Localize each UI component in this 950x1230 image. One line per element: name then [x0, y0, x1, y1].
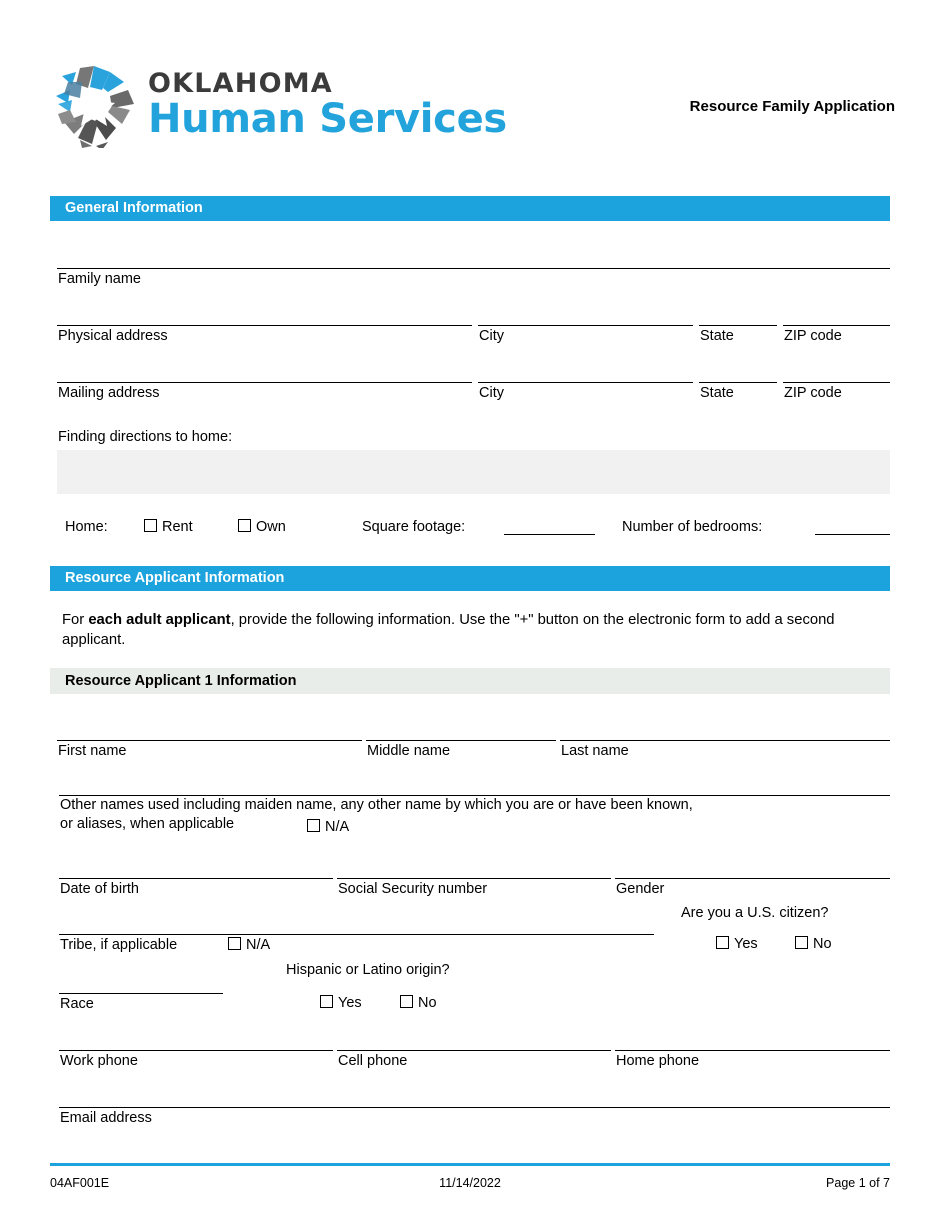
- field-mailing-state[interactable]: State: [699, 382, 777, 404]
- agency-logo: OKLAHOMA Human Services: [50, 60, 507, 148]
- page-footer: 04AF001E 11/14/2022 Page 1 of 7: [50, 1176, 890, 1196]
- footer-divider: [50, 1163, 890, 1166]
- checkbox-box-other-names-na-icon[interactable]: [307, 819, 320, 832]
- checkbox-box-rent-icon[interactable]: [144, 519, 157, 532]
- instruction-bold: each adult applicant: [88, 612, 231, 628]
- field-race[interactable]: Race: [59, 993, 223, 1015]
- field-tribe[interactable]: Tribe, if applicable: [59, 934, 654, 958]
- field-label-first-name: First name: [58, 743, 127, 759]
- field-label-work-phone: Work phone: [60, 1053, 138, 1069]
- input-finding-directions[interactable]: [57, 450, 890, 494]
- field-label-race: Race: [60, 996, 94, 1012]
- field-first-name[interactable]: First name: [57, 740, 362, 762]
- checkbox-box-own-icon[interactable]: [238, 519, 251, 532]
- field-label-middle-name: Middle name: [367, 743, 451, 759]
- field-label-date-of-birth: Date of birth: [60, 881, 139, 897]
- checkbox-label-rent: Rent: [162, 519, 193, 535]
- field-label-tribe: Tribe, if applicable: [60, 937, 178, 953]
- footer-revision-date: 11/14/2022: [439, 1176, 501, 1190]
- section-header-general-information: General Information: [50, 196, 890, 221]
- field-label-zip-code: ZIP code: [784, 328, 842, 344]
- checkbox-label-hispanic-yes: Yes: [338, 995, 362, 1011]
- field-label-ssn: Social Security number: [338, 881, 488, 897]
- field-label-physical-address: Physical address: [58, 328, 168, 344]
- checkbox-label-citizen-no: No: [813, 936, 832, 952]
- field-physical-address[interactable]: Physical address: [57, 325, 472, 347]
- field-physical-zip[interactable]: ZIP code: [783, 325, 890, 347]
- label-finding-directions: Finding directions to home:: [58, 429, 233, 445]
- form-page: OKLAHOMA Human Services Resource Family …: [0, 0, 950, 1230]
- checkbox-label-citizen-yes: Yes: [734, 936, 758, 952]
- field-cell-phone[interactable]: Cell phone: [337, 1050, 611, 1072]
- checkbox-hispanic-yes[interactable]: Yes: [320, 994, 362, 1012]
- checkbox-box-citizen-no-icon[interactable]: [795, 936, 808, 949]
- field-label-state: State: [700, 328, 734, 344]
- field-label-home-phone: Home phone: [616, 1053, 700, 1069]
- field-home-phone[interactable]: Home phone: [615, 1050, 890, 1072]
- field-label-family-name: Family name: [58, 271, 141, 287]
- field-other-names[interactable]: Other names used including maiden name, …: [59, 795, 890, 843]
- document-title: Resource Family Application: [689, 98, 895, 115]
- field-mailing-city[interactable]: City: [478, 382, 693, 404]
- pinwheel-star-logo-icon: [50, 60, 138, 148]
- field-label-city-2: City: [479, 385, 504, 401]
- checkbox-label-hispanic-no: No: [418, 995, 437, 1011]
- field-label-email-address: Email address: [60, 1110, 152, 1126]
- checkbox-tribe-na[interactable]: N/A: [228, 936, 270, 954]
- checkbox-label-tribe-na: N/A: [246, 937, 271, 953]
- checkbox-citizen-yes[interactable]: Yes: [716, 935, 758, 953]
- label-hispanic-question: Hispanic or Latino origin?: [286, 962, 450, 978]
- checkbox-home-rent[interactable]: Rent: [144, 518, 193, 536]
- checkbox-box-citizen-yes-icon[interactable]: [716, 936, 729, 949]
- field-physical-state[interactable]: State: [699, 325, 777, 347]
- checkbox-label-other-names-na: N/A: [325, 819, 350, 835]
- field-middle-name[interactable]: Middle name: [366, 740, 556, 762]
- agency-logo-text: OKLAHOMA Human Services: [148, 70, 507, 139]
- instruction-prefix: For: [62, 612, 89, 628]
- field-label-cell-phone: Cell phone: [338, 1053, 408, 1069]
- field-label-gender: Gender: [616, 881, 665, 897]
- field-label-zip-code-2: ZIP code: [784, 385, 842, 401]
- label-us-citizen-question: Are you a U.S. citizen?: [681, 905, 829, 921]
- input-number-of-bedrooms[interactable]: [815, 534, 890, 535]
- logo-line-human-services: Human Services: [148, 95, 507, 142]
- checkbox-box-tribe-na-icon[interactable]: [228, 937, 241, 950]
- checkbox-hispanic-no[interactable]: No: [400, 994, 437, 1012]
- field-work-phone[interactable]: Work phone: [59, 1050, 333, 1072]
- field-label-other-names-line1: Other names used including maiden name, …: [60, 797, 693, 813]
- field-date-of-birth[interactable]: Date of birth: [59, 878, 333, 900]
- field-email-address[interactable]: Email address: [59, 1107, 890, 1129]
- field-last-name[interactable]: Last name: [560, 740, 890, 762]
- field-gender[interactable]: Gender: [615, 878, 890, 900]
- applicant-instruction: For each adult applicant, provide the fo…: [62, 610, 872, 650]
- page-header: OKLAHOMA Human Services Resource Family …: [50, 60, 895, 160]
- checkbox-citizen-no[interactable]: No: [795, 935, 832, 953]
- label-number-of-bedrooms: Number of bedrooms:: [622, 519, 763, 535]
- field-label-state-2: State: [700, 385, 734, 401]
- label-home: Home:: [65, 519, 108, 535]
- field-label-other-names-line2: or aliases, when applicable: [60, 816, 235, 832]
- checkbox-box-hispanic-yes-icon[interactable]: [320, 995, 333, 1008]
- field-mailing-address[interactable]: Mailing address: [57, 382, 472, 404]
- field-label-mailing-address: Mailing address: [58, 385, 160, 401]
- field-label-city: City: [479, 328, 504, 344]
- checkbox-box-hispanic-no-icon[interactable]: [400, 995, 413, 1008]
- label-square-footage: Square footage:: [362, 519, 466, 535]
- field-ssn[interactable]: Social Security number: [337, 878, 611, 900]
- logo-line-oklahoma: OKLAHOMA: [148, 67, 333, 99]
- field-physical-city[interactable]: City: [478, 325, 693, 347]
- field-mailing-zip[interactable]: ZIP code: [783, 382, 890, 404]
- subsection-header-resource-applicant-1: Resource Applicant 1 Information: [50, 668, 890, 694]
- input-square-footage[interactable]: [504, 534, 595, 535]
- footer-page-number: Page 1 of 7: [826, 1176, 890, 1190]
- checkbox-label-own: Own: [256, 519, 286, 535]
- section-header-resource-applicant-information: Resource Applicant Information: [50, 566, 890, 591]
- checkbox-home-own[interactable]: Own: [238, 518, 286, 536]
- field-label-last-name: Last name: [561, 743, 629, 759]
- field-family-name[interactable]: Family name: [57, 268, 890, 290]
- checkbox-other-names-na[interactable]: N/A: [307, 818, 349, 836]
